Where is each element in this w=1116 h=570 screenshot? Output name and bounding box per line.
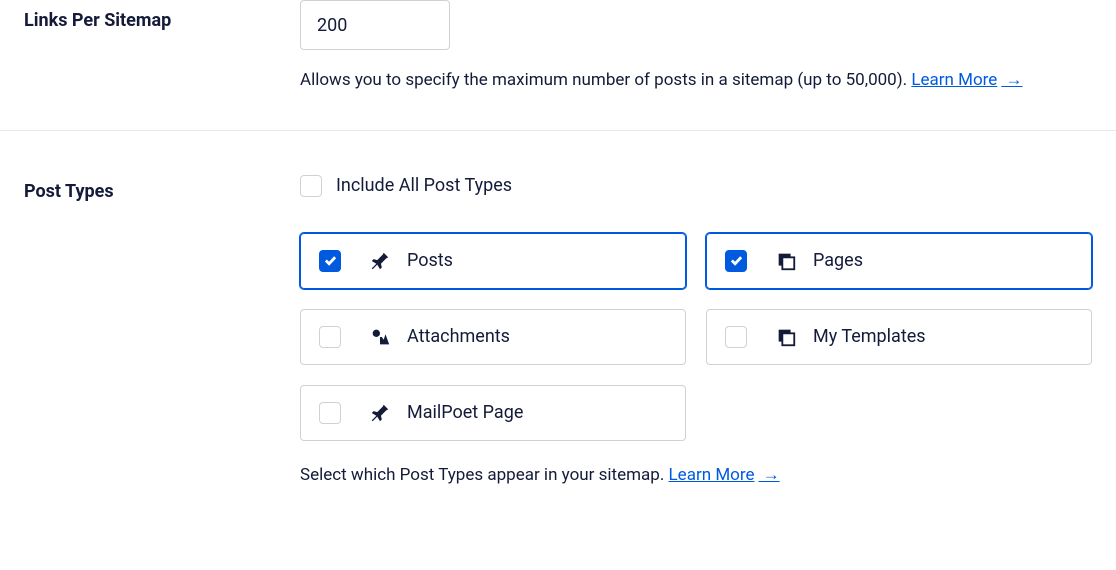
post-types-help: Select which Post Types appear in your s…: [300, 465, 664, 485]
pin-icon: [369, 402, 391, 424]
post-type-card-templates[interactable]: My Templates: [706, 309, 1092, 365]
templates-label: My Templates: [813, 326, 926, 347]
check-icon: [730, 254, 743, 267]
links-per-sitemap-learn-more-link[interactable]: Learn More →: [911, 70, 1022, 90]
pages-checkbox[interactable]: [725, 250, 747, 272]
include-all-post-types-row[interactable]: Include All Post Types: [300, 171, 1092, 197]
include-all-label: Include All Post Types: [336, 175, 512, 196]
arrow-right-icon: →: [758, 465, 779, 485]
post-type-card-posts[interactable]: Posts: [300, 233, 686, 289]
post-type-card-attachments[interactable]: Attachments: [300, 309, 686, 365]
stack-icon: [775, 250, 797, 272]
mailpoet-checkbox[interactable]: [319, 402, 341, 424]
post-types-label: Post Types: [24, 181, 300, 202]
pages-label: Pages: [813, 250, 863, 271]
stack-icon: [775, 326, 797, 348]
posts-label: Posts: [407, 250, 453, 271]
post-types-learn-more-link[interactable]: Learn More →: [669, 465, 780, 485]
links-per-sitemap-input[interactable]: [300, 0, 450, 50]
pin-icon: [369, 250, 391, 272]
mailpoet-label: MailPoet Page: [407, 402, 523, 423]
media-icon: [369, 326, 391, 348]
posts-checkbox[interactable]: [319, 250, 341, 272]
section-post-types: Post Types Include All Post Types Posts: [0, 130, 1116, 505]
attachments-checkbox[interactable]: [319, 326, 341, 348]
arrow-right-icon: →: [1001, 70, 1022, 90]
post-type-card-pages[interactable]: Pages: [706, 233, 1092, 289]
include-all-checkbox[interactable]: [300, 175, 322, 197]
post-type-card-mailpoet[interactable]: MailPoet Page: [300, 385, 686, 441]
check-icon: [324, 254, 337, 267]
links-per-sitemap-label: Links Per Sitemap: [24, 10, 300, 31]
templates-checkbox[interactable]: [725, 326, 747, 348]
section-links-per-sitemap: Links Per Sitemap Allows you to specify …: [0, 0, 1116, 130]
attachments-label: Attachments: [407, 326, 510, 347]
links-per-sitemap-help: Allows you to specify the maximum number…: [300, 70, 907, 90]
post-types-grid: Posts Pages: [300, 233, 1092, 441]
